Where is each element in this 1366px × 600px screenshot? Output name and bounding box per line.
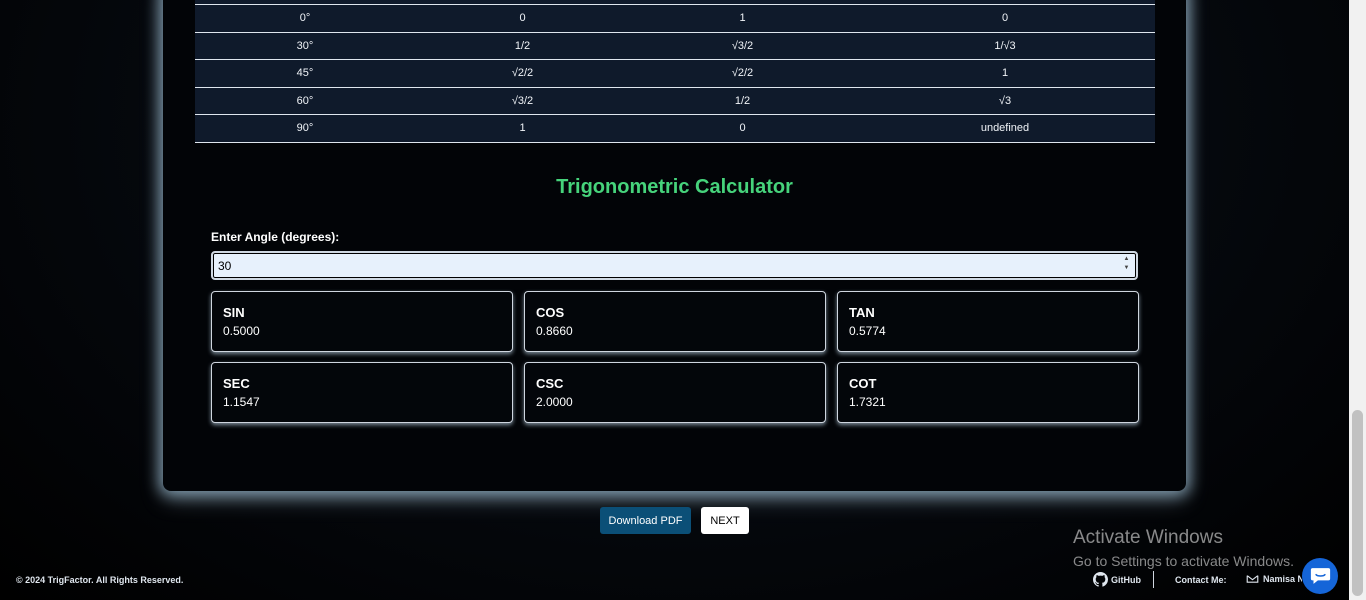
chat-button[interactable] xyxy=(1302,558,1338,594)
angle-input[interactable] xyxy=(211,251,1138,280)
footer-divider xyxy=(1153,571,1154,588)
contact-email-link[interactable]: Namisa N xyxy=(1246,572,1302,585)
table-cell-angle: 0° xyxy=(195,4,415,33)
table-cell-cos: √3/2 xyxy=(630,31,855,60)
github-link[interactable]: GitHub xyxy=(1093,572,1141,587)
result-card-sec: SEC 1.1547 xyxy=(211,362,513,423)
table-cell-tan: 1 xyxy=(855,59,1155,88)
result-card-sin: SIN 0.5000 xyxy=(211,291,513,352)
table-row: 90° 1 0 undefined xyxy=(195,114,1155,143)
result-value: 0.5774 xyxy=(849,324,886,338)
page-scrollbar[interactable] xyxy=(1349,0,1366,600)
table-row: 0° 0 1 0 xyxy=(195,4,1155,33)
github-label: GitHub xyxy=(1111,574,1141,585)
mail-icon xyxy=(1246,575,1259,583)
result-value: 1.7321 xyxy=(849,395,886,409)
result-value: 2.0000 xyxy=(536,395,573,409)
result-card-tan: TAN 0.5774 xyxy=(837,291,1139,352)
result-card-csc: CSC 2.0000 xyxy=(524,362,826,423)
result-function: COT xyxy=(849,376,877,391)
angle-stepper[interactable]: ▲ ▼ xyxy=(1121,256,1132,272)
table-cell-tan: undefined xyxy=(855,114,1155,143)
angle-label: Enter Angle (degrees): xyxy=(211,230,340,244)
activate-subtitle: Go to Settings to activate Windows. xyxy=(1073,553,1294,569)
result-function: SIN xyxy=(223,305,245,320)
result-function: SEC xyxy=(223,376,250,391)
scrollbar-thumb[interactable] xyxy=(1352,410,1363,596)
result-function: TAN xyxy=(849,305,875,320)
result-card-cos: COS 0.8660 xyxy=(524,291,826,352)
table-cell-sin: √2/2 xyxy=(415,59,630,88)
stepper-down-icon[interactable]: ▼ xyxy=(1124,265,1130,272)
table-cell-angle: 45° xyxy=(195,59,415,88)
table-cell-angle: 60° xyxy=(195,86,415,115)
activate-windows-watermark: Activate Windows Go to Settings to activ… xyxy=(1073,527,1294,569)
contact-name: Namisa N xyxy=(1263,573,1302,584)
table-cell-cos: 1 xyxy=(630,4,855,33)
result-value: 0.8660 xyxy=(536,324,573,338)
table-cell-tan: 1/√3 xyxy=(855,31,1155,60)
table-cell-tan: √3 xyxy=(855,86,1155,115)
github-icon xyxy=(1093,572,1108,587)
table-cell-cos: 0 xyxy=(630,114,855,143)
trig-values-table: 0° 0 1 0 30° 1/2 √3/2 1/√3 45° √2/2 √2/2… xyxy=(195,0,1155,143)
table-cell-tan: 0 xyxy=(855,4,1155,33)
activate-title: Activate Windows xyxy=(1073,527,1223,548)
result-function: CSC xyxy=(536,376,564,391)
result-card-cot: COT 1.7321 xyxy=(837,362,1139,423)
table-row: 60° √3/2 1/2 √3 xyxy=(195,86,1155,115)
table-cell-cos: √2/2 xyxy=(630,59,855,88)
table-cell-cos: 1/2 xyxy=(630,86,855,115)
table-row: 45° √2/2 √2/2 1 xyxy=(195,59,1155,88)
table-cell-sin: √3/2 xyxy=(415,86,630,115)
copyright-text: © 2024 TrigFactor. All Rights Reserved. xyxy=(16,575,184,585)
result-value: 1.1547 xyxy=(223,395,260,409)
download-pdf-button[interactable]: Download PDF xyxy=(600,507,691,534)
result-function: COS xyxy=(536,305,565,320)
table-cell-sin: 1/2 xyxy=(415,31,630,60)
contact-label: Contact Me: xyxy=(1175,575,1227,585)
table-cell-sin: 1 xyxy=(415,114,630,143)
chat-icon xyxy=(1310,568,1330,584)
next-button[interactable]: NEXT xyxy=(701,507,749,534)
table-cell-angle: 90° xyxy=(195,114,415,143)
table-cell-angle: 30° xyxy=(195,31,415,60)
table-row: 30° 1/2 √3/2 1/√3 xyxy=(195,31,1155,60)
result-value: 0.5000 xyxy=(223,324,260,338)
calculator-title: Trigonometric Calculator xyxy=(556,176,793,198)
stepper-up-icon[interactable]: ▲ xyxy=(1124,256,1130,263)
table-cell-sin: 0 xyxy=(415,4,630,33)
